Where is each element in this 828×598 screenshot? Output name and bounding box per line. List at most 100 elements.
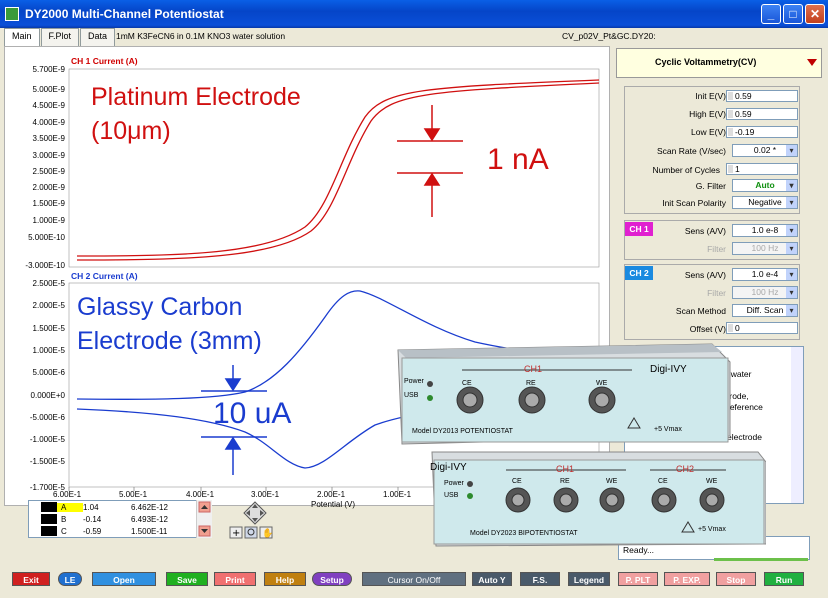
open-button[interactable]: Open [92, 572, 156, 586]
ch1-ytick: 1.000E-9 [32, 216, 65, 225]
run-button[interactable]: Run [764, 572, 804, 586]
device1-warning: +5 Vmax [654, 426, 682, 433]
device1-channel-label: CH1 [524, 364, 543, 374]
ch1-ytick: 4.500E-9 [32, 101, 65, 110]
help-button[interactable]: Help [264, 572, 306, 586]
x-axis-label: Potential (V) [311, 500, 356, 509]
bottom-toolbar: Exit LE Open Save Print Help Setup Curso… [0, 566, 828, 598]
ch1-sens-label: Sens (A/V) [684, 226, 726, 236]
ch1-sens-select[interactable]: 1.0 e-8 [732, 224, 798, 237]
exit-button[interactable]: Exit [12, 572, 50, 586]
ch2-badge: CH 2 [625, 266, 653, 280]
ch2-ytick: 2.000E-5 [32, 301, 65, 310]
ch1-filter-select[interactable]: 100 Hz [732, 242, 798, 255]
experiment-description: 1mM K3FeCN6 in 0.1M KNO3 water solution [116, 31, 286, 41]
cursor-name: B [61, 514, 67, 524]
tab-main[interactable]: Main [4, 28, 40, 47]
cursor-y: 6.493E-12 [131, 514, 168, 524]
cursor-swatch [41, 514, 57, 524]
device-photo-dy2013: Power USB CH1 CE RE WE Digi-IVY Model DY… [392, 340, 732, 450]
offset-input[interactable]: 0 [726, 322, 798, 334]
ch2-ytick: 2.500E-5 [32, 279, 65, 288]
svg-text:+: + [232, 528, 240, 539]
scan-method-select[interactable]: Diff. Scan [732, 304, 798, 317]
init-e-input[interactable]: 0.59 [726, 90, 798, 102]
ch1-ytick: 5.000E-9 [32, 85, 65, 94]
dropdown-arrow-icon[interactable] [807, 59, 817, 66]
setup-button[interactable]: Setup [312, 572, 352, 586]
scan-method-label: Scan Method [675, 306, 726, 316]
export-button[interactable]: P. EXP. [664, 572, 710, 586]
cursor-x: -0.59 [83, 526, 102, 536]
svg-text:✋: ✋ [262, 527, 273, 539]
ch2-scale-label: 10 uA [213, 397, 292, 430]
progress-bar [714, 558, 808, 561]
device1-model: Model DY2013 POTENTIOSTAT [412, 428, 513, 435]
cursor-swatch [41, 526, 57, 536]
maximize-button[interactable]: □ [783, 4, 803, 24]
device2-warning: +5 Vmax [698, 526, 726, 533]
polarity-select[interactable]: Negative [732, 196, 798, 209]
minimize-button[interactable]: _ [761, 4, 781, 24]
technique-selector[interactable]: Cyclic Voltammetry(CV) [616, 48, 822, 78]
device1-port-ce: CE [462, 380, 472, 387]
cursor-panel[interactable]: A 1.04 6.462E-12 B -0.14 6.493E-12 C -0.… [28, 500, 212, 538]
save-button[interactable]: Save [166, 572, 208, 586]
technique-title: Cyclic Voltammetry(CV) [655, 57, 757, 67]
le-button[interactable]: LE [58, 572, 82, 586]
ch2-annotation-title: Glassy Carbon [77, 293, 243, 321]
cursor-toggle-button[interactable]: Cursor On/Off [362, 572, 466, 586]
ch1-ytick: 4.000E-9 [32, 118, 65, 127]
x-tick: 4.00E-1 [186, 490, 215, 499]
ch1-annotation-title: Platinum Electrode [91, 83, 301, 111]
x-tick: 6.00E-1 [53, 490, 82, 499]
low-e-input[interactable]: -0.19 [726, 126, 798, 138]
device2-ch1-label: CH1 [556, 464, 575, 474]
ch1-scale-label: 1 nA [487, 143, 549, 176]
ch1-ytick: 5.000E-10 [28, 233, 65, 242]
init-e-label: Init E(V) [695, 91, 726, 101]
device2-port: WE [606, 478, 618, 485]
ch2-sens-select[interactable]: 1.0 e-4 [732, 268, 798, 281]
notes-scrollbar[interactable] [791, 347, 803, 503]
ch2-filter-select[interactable]: 100 Hz [732, 286, 798, 299]
high-e-input[interactable]: 0.59 [726, 108, 798, 120]
cursor-row[interactable]: C -0.59 1.500E-11 [29, 525, 211, 537]
device2-usb-label: USB [444, 492, 459, 499]
ch1-annotation-subtitle: (10μm) [91, 117, 171, 145]
device1-port-re: RE [526, 380, 536, 387]
cursor-toggle-label: Cursor On/Off [387, 575, 441, 585]
scan-rate-label: Scan Rate (V/sec) [657, 146, 726, 156]
cycles-label: Number of Cycles [652, 165, 720, 175]
stop-button[interactable]: Stop [716, 572, 756, 586]
cursor-scrollbar[interactable] [196, 500, 212, 538]
device2-power-label: Power [444, 480, 464, 487]
cycles-input[interactable]: 1 [726, 163, 798, 175]
legend-button[interactable]: Legend [568, 572, 610, 586]
cursor-name: A [57, 502, 83, 512]
device2-port: CE [512, 478, 522, 485]
cursor-row[interactable]: A 1.04 6.462E-12 [29, 501, 211, 513]
ch1-label: CH 1 Current (A) [71, 56, 138, 66]
tab-data[interactable]: Data [80, 28, 116, 46]
cursor-row[interactable]: B -0.14 6.493E-12 [29, 513, 211, 525]
full-scale-button[interactable]: F.S. [520, 572, 560, 586]
auto-y-button[interactable]: Auto Y [472, 572, 512, 586]
plot-button[interactable]: P. PLT [618, 572, 658, 586]
ch2-annotation-subtitle: Electrode (3mm) [77, 327, 262, 355]
tab-fplot[interactable]: F.Plot [40, 28, 80, 46]
ch2-ytick: 1.500E-5 [32, 324, 65, 333]
device1-port-we: WE [596, 380, 608, 387]
ch1-ytick: 3.500E-9 [32, 134, 65, 143]
print-button[interactable]: Print [214, 572, 256, 586]
device1-brand: Digi-IVY [650, 364, 687, 375]
close-button[interactable]: ✕ [805, 4, 825, 24]
pan-zoom-tool[interactable]: + ✋ [228, 500, 282, 540]
gfilter-select[interactable]: Auto [732, 179, 798, 192]
ch1-ytick: 1.500E-9 [32, 199, 65, 208]
scan-rate-select[interactable]: 0.02 * [732, 144, 798, 157]
ch2-filter-label: Filter [707, 288, 726, 298]
device2-brand: Digi-IVY [430, 462, 467, 473]
ch2-ytick: 5.000E-6 [32, 368, 65, 377]
cursor-x: 1.04 [83, 502, 99, 512]
